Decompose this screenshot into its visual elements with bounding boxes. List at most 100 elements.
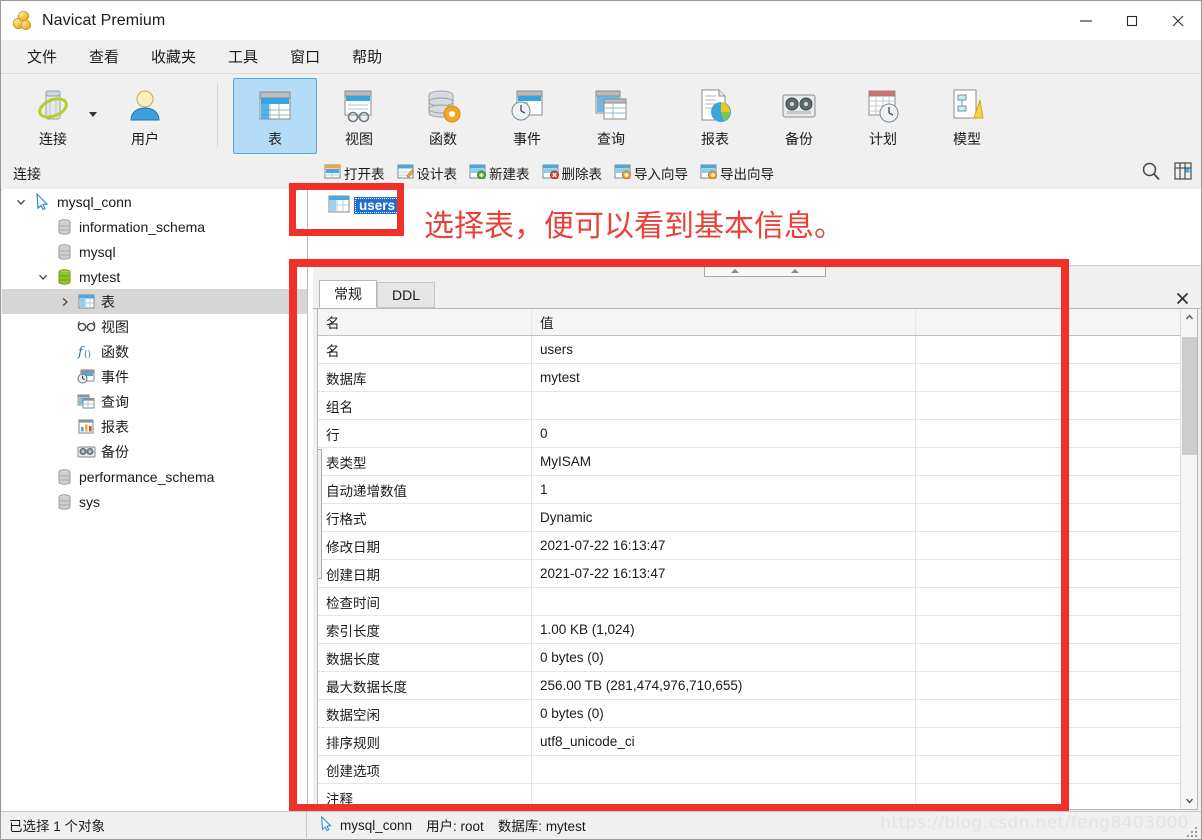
table-row[interactable]: 行格式 Dynamic bbox=[318, 503, 1197, 532]
chevron-down-icon[interactable] bbox=[32, 272, 54, 282]
toolbar-button-connection[interactable]: 连接 bbox=[11, 78, 95, 154]
scrollbar-thumb[interactable] bbox=[1182, 337, 1197, 455]
table-row[interactable]: 注释 bbox=[318, 783, 1197, 809]
chevron-down-icon[interactable] bbox=[1181, 792, 1197, 809]
table-row[interactable]: 最大数据长度 256.00 TB (281,474,976,710,655) bbox=[318, 671, 1197, 700]
toolbar-button-event[interactable]: 事件 bbox=[485, 78, 569, 154]
properties-scrollbar[interactable] bbox=[1180, 309, 1197, 809]
menu-tools[interactable]: 工具 bbox=[212, 42, 274, 71]
chevron-down-icon[interactable] bbox=[89, 112, 97, 117]
toolbar-button-backup[interactable]: 备份 bbox=[757, 78, 841, 154]
menu-favorites[interactable]: 收藏夹 bbox=[135, 42, 212, 71]
table-row[interactable]: 自动递增数值 1 bbox=[318, 475, 1197, 504]
import-wizard-button[interactable]: 导入向导 bbox=[609, 160, 693, 186]
toolbar-button-table[interactable]: 表 bbox=[233, 78, 317, 154]
table-row[interactable]: 组名 bbox=[318, 391, 1197, 420]
collapse-arrows-icon[interactable] bbox=[704, 266, 826, 277]
row-name: 组名 bbox=[318, 391, 532, 420]
export-wizard-button[interactable]: 导出向导 bbox=[695, 160, 779, 186]
column-header-value[interactable]: 值 bbox=[531, 309, 916, 336]
status-selection: 已选择 1 个对象 bbox=[1, 812, 307, 838]
grid-left-splitter[interactable] bbox=[318, 449, 322, 579]
close-icon[interactable] bbox=[1155, 1, 1201, 40]
grid-view-icon[interactable] bbox=[1173, 161, 1193, 184]
tree-node-information_schema[interactable]: information_schema bbox=[2, 214, 307, 239]
object-list[interactable]: users 选择表，便可以看到基本信息。 bbox=[308, 189, 1201, 266]
query-icon bbox=[591, 85, 631, 127]
menu-window[interactable]: 窗口 bbox=[274, 42, 336, 71]
toolbar-button-query[interactable]: 查询 bbox=[569, 78, 653, 154]
toolbar-button-model[interactable]: 模型 bbox=[925, 78, 1009, 154]
object-tree-pane[interactable]: mysql_conn information_schema mysql myte… bbox=[2, 189, 308, 814]
chevron-down-icon[interactable] bbox=[10, 197, 32, 207]
tab-general[interactable]: 常规 bbox=[319, 280, 377, 308]
table-row[interactable]: 创建日期 2021-07-22 16:13:47 bbox=[318, 559, 1197, 588]
row-name: 行 bbox=[318, 419, 532, 448]
sidebar-item-views[interactable]: 视图 bbox=[2, 314, 307, 339]
connection-icon bbox=[33, 85, 73, 127]
toolbar-button-user[interactable]: 用户 bbox=[103, 78, 187, 154]
sidebar-item-tables[interactable]: 表 bbox=[2, 289, 307, 314]
close-icon[interactable] bbox=[1172, 288, 1192, 308]
toolbar-button-report[interactable]: 报表 bbox=[673, 78, 757, 154]
row-blank bbox=[915, 419, 1197, 448]
sidebar-item-functions[interactable]: f() 函数 bbox=[2, 339, 307, 364]
menu-help[interactable]: 帮助 bbox=[336, 42, 398, 71]
tree-node-mysql[interactable]: mysql bbox=[2, 239, 307, 264]
event-icon bbox=[507, 85, 547, 127]
toolbar-button-function[interactable]: 函数 bbox=[401, 78, 485, 154]
new-table-button[interactable]: 新建表 bbox=[464, 160, 535, 186]
sidebar-item-reports[interactable]: 报表 bbox=[2, 414, 307, 439]
row-value: 0 bytes (0) bbox=[531, 699, 916, 728]
column-header-name[interactable]: 名 bbox=[318, 309, 532, 336]
tree-node-sys[interactable]: sys bbox=[2, 489, 307, 514]
table-row[interactable]: 修改日期 2021-07-22 16:13:47 bbox=[318, 531, 1197, 560]
table-row[interactable]: 创建选项 bbox=[318, 755, 1197, 784]
tab-ddl[interactable]: DDL bbox=[377, 282, 436, 308]
row-value: 0 bbox=[531, 419, 916, 448]
table-row[interactable]: 索引长度 1.00 KB (1,024) bbox=[318, 615, 1197, 644]
row-blank bbox=[915, 363, 1197, 392]
view-glasses-icon bbox=[76, 320, 96, 333]
search-icon[interactable] bbox=[1141, 161, 1161, 184]
properties-grid[interactable]: 名 值 名 users 数据库 mytest 组名 行0 表类型 MyISAM 自动递… bbox=[317, 308, 1198, 810]
row-name: 名 bbox=[318, 335, 532, 364]
row-name: 排序规则 bbox=[318, 727, 532, 756]
tree-label-mysql_conn: mysql_conn bbox=[57, 193, 132, 210]
open-table-button[interactable]: 打开表 bbox=[319, 160, 390, 186]
panel-splitter[interactable] bbox=[313, 266, 1201, 277]
menu-view[interactable]: 查看 bbox=[73, 42, 135, 71]
table-row[interactable]: 数据库 mytest bbox=[318, 363, 1197, 392]
toolbar-button-view[interactable]: 视图 bbox=[317, 78, 401, 154]
chevron-right-icon[interactable] bbox=[54, 297, 76, 307]
properties-tabs: 常规 DDL bbox=[313, 277, 1201, 309]
chevron-up-icon[interactable] bbox=[1181, 309, 1197, 326]
table-row[interactable]: 行0 bbox=[318, 419, 1197, 448]
sidebar-item-events[interactable]: 事件 bbox=[2, 364, 307, 389]
query-icon bbox=[76, 394, 96, 409]
table-row[interactable]: 数据空闲 0 bytes (0) bbox=[318, 699, 1197, 728]
design-table-button[interactable]: 设计表 bbox=[392, 160, 463, 186]
tree-node-performance_schema[interactable]: performance_schema bbox=[2, 464, 307, 489]
delete-table-button[interactable]: 删除表 bbox=[537, 160, 608, 186]
maximize-icon[interactable] bbox=[1109, 1, 1155, 40]
row-value: users bbox=[531, 335, 916, 364]
column-header-blank[interactable] bbox=[915, 309, 1197, 336]
row-name: 行格式 bbox=[318, 503, 532, 532]
table-row[interactable]: 名 users bbox=[318, 335, 1197, 364]
row-value: 2021-07-22 16:13:47 bbox=[531, 531, 916, 560]
object-item-users[interactable]: users bbox=[328, 195, 401, 216]
toolbar-button-schedule[interactable]: 计划 bbox=[841, 78, 925, 154]
sidebar-item-queries[interactable]: 查询 bbox=[2, 389, 307, 414]
toolbar-label-user: 用户 bbox=[131, 131, 159, 147]
sidebar-item-backups[interactable]: 备份 bbox=[2, 439, 307, 464]
tree-node-mytest[interactable]: mytest bbox=[2, 264, 307, 289]
table-row[interactable]: 排序规则 utf8_unicode_ci bbox=[318, 727, 1197, 756]
menu-file[interactable]: 文件 bbox=[11, 42, 73, 71]
sidebar-label-events: 事件 bbox=[101, 368, 129, 385]
table-row[interactable]: 表类型 MyISAM bbox=[318, 447, 1197, 476]
tree-node-mysql_conn[interactable]: mysql_conn bbox=[2, 189, 307, 214]
table-row[interactable]: 检查时间 bbox=[318, 587, 1197, 616]
minimize-icon[interactable] bbox=[1063, 1, 1109, 40]
table-row[interactable]: 数据长度 0 bytes (0) bbox=[318, 643, 1197, 672]
